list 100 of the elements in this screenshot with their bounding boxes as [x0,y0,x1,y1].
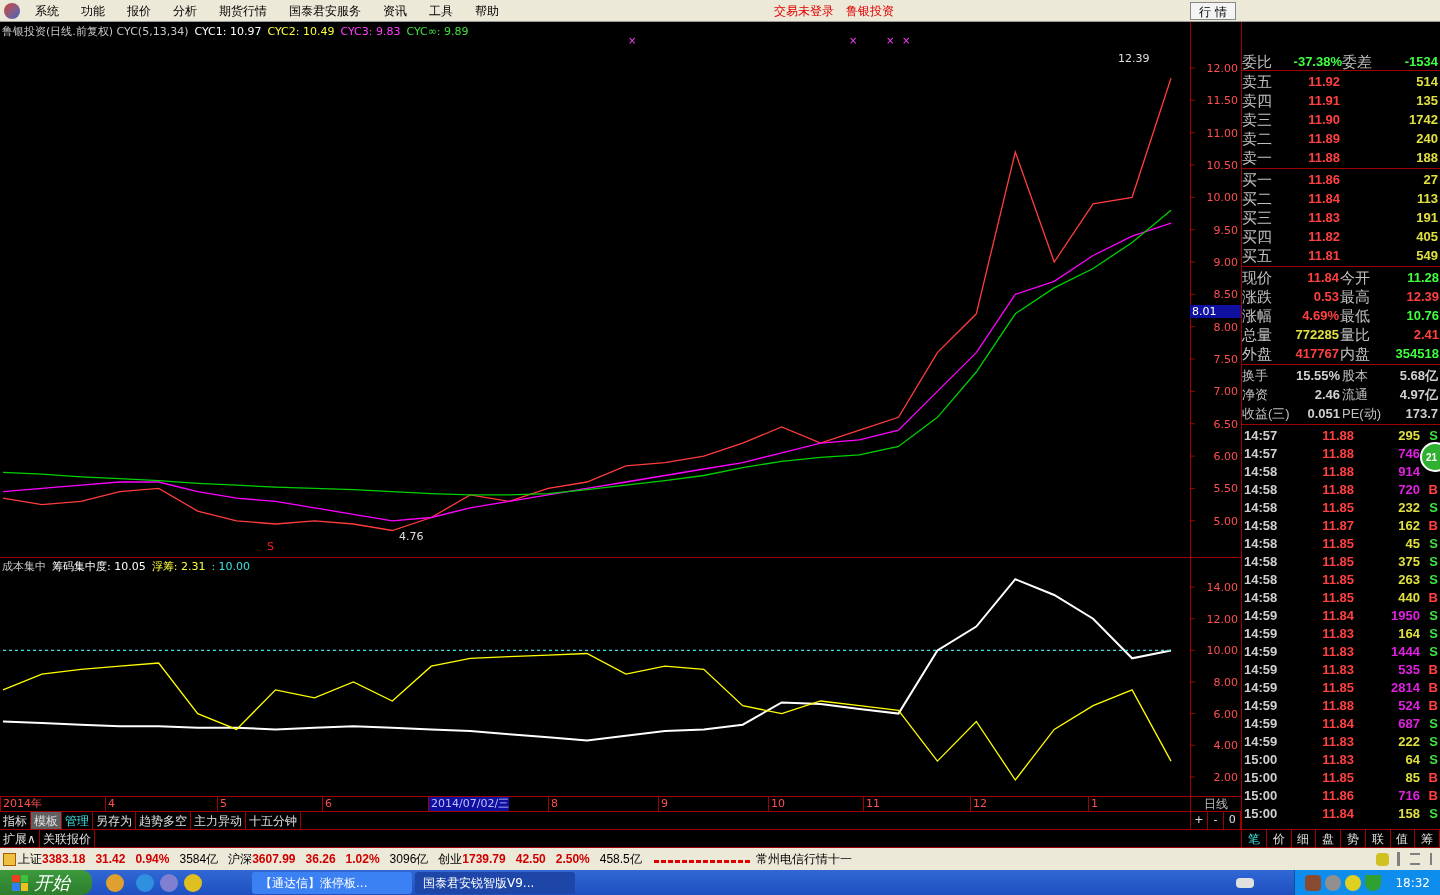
tray-icon[interactable] [1345,874,1362,891]
trade-price: 11.84 [1321,806,1354,820]
axis-tick-label: 5.00 [1213,514,1238,528]
axis-tick-label: 6.50 [1213,417,1238,431]
quick-launch-icon[interactable] [106,873,124,892]
index-amount: 3584亿 [179,851,219,868]
period-label: 日线 [1190,797,1241,811]
quote-label: 委差 [1342,53,1373,69]
trade-price: 11.88 [1321,428,1354,442]
quick-launch-icon[interactable] [160,873,178,892]
order-volume: 1742 [1408,113,1439,126]
zoom-button[interactable]: - [1207,812,1225,829]
trade-side: B [1427,482,1439,496]
mode-button[interactable]: 行 情 [1190,1,1236,20]
quote-value: 772285 [1294,328,1340,341]
trade-time: 15:00 [1243,770,1279,784]
trade-time: 14:59 [1243,734,1279,748]
template-tab[interactable]: 主力异动 [191,812,246,829]
trade-side: B [1427,662,1439,676]
zoom-button[interactable]: + [1191,812,1208,829]
quote-label: 收益(三) [1242,407,1291,420]
order-price: 11.83 [1307,211,1340,224]
trade-price: 11.83 [1321,734,1354,748]
axis-tick-label: 6.00 [1213,450,1238,464]
indicator-legend: CYC2: 10.49 [267,24,335,41]
template-tab[interactable]: 模板 [31,812,62,829]
menu-item[interactable]: 资讯 [372,1,418,20]
menu-item[interactable]: 分析 [162,1,208,20]
order-volume: 240 [1415,132,1439,145]
trade-volume: 524 [1397,698,1420,712]
menu-item[interactable]: 帮助 [464,1,510,20]
notice-text: 鲁银投资 [845,2,896,20]
index-value: 3607.99 [252,851,296,868]
trade-side: S [1428,716,1439,730]
trade-time: 14:58 [1243,554,1279,568]
trade-side: S [1428,608,1439,622]
time-axis-label: 5 [217,797,227,811]
time-axis-label: 11 [863,797,880,811]
quote-value: 11.28 [1406,271,1440,284]
template-tab[interactable]: 另存为 [93,812,136,829]
menu-item[interactable]: 功能 [70,1,116,20]
order-volume: 135 [1415,94,1439,107]
cross-marker: × [628,36,637,46]
quote-label: 流通 [1341,388,1369,401]
index-name: 创业 [438,851,463,868]
order-price: 11.92 [1307,75,1340,88]
quote-value: 2.41 [1412,328,1440,341]
trade-time: 14:58 [1243,536,1279,550]
quote-value: 15.55% [1296,369,1340,382]
order-level-label: 卖三 [1242,112,1273,127]
time-axis-label: 2014/07/02/三 [428,797,510,811]
time-axis-label: 6 [322,797,332,811]
start-button[interactable]: 开始 [0,870,92,895]
index-name: 沪深 [228,851,253,868]
time-axis-label: 1 [1088,797,1098,811]
quote-value: 4.69% [1301,309,1340,322]
axis-tick-label: 9.50 [1213,223,1238,237]
template-tab[interactable]: 管理 [62,812,93,829]
quote-label: 股本 [1341,369,1369,382]
quote-value: 10.76 [1405,309,1440,322]
signal-mark: S [267,540,274,553]
trade-time: 14:59 [1243,608,1279,622]
tray-icon[interactable] [1305,874,1322,891]
trade-volume: 45 [1404,536,1420,550]
menu-item[interactable]: 系统 [24,1,70,20]
axis-tick-label: 11.00 [1206,126,1238,140]
taskbar-button[interactable]: 【通达信】涨停板... [252,871,412,894]
menu-item[interactable]: 报价 [116,1,162,20]
trade-price: 11.88 [1321,446,1354,460]
trade-time: 14:59 [1243,716,1279,730]
trade-time: 15:00 [1243,788,1279,802]
trade-price: 11.83 [1321,662,1354,676]
floating-badge: 21 [1420,442,1440,472]
order-price: 11.88 [1307,151,1340,164]
shield-icon[interactable] [1365,874,1382,891]
trade-side: S [1428,752,1439,766]
axis-tick-label: 12.00 [1206,612,1238,626]
trade-time: 14:58 [1243,590,1279,604]
menu-item[interactable]: 期货行情 [208,1,278,20]
taskbar-button[interactable]: 国泰君安锐智版V9... [415,871,575,894]
app-logo-icon [4,2,20,19]
trade-price: 11.83 [1321,626,1354,640]
trade-price: 11.85 [1321,572,1354,586]
trade-side: B [1427,770,1439,784]
template-tab[interactable]: 十五分钟 [246,812,301,829]
trade-price: 11.85 [1321,500,1354,514]
order-price: 11.89 [1307,132,1340,145]
trade-volume: 2814 [1390,680,1420,694]
zoom-button[interactable]: 0 [1224,812,1241,829]
trade-side: S [1428,554,1439,568]
indicator-legend: 浮筹: 2.31 [151,559,206,576]
menu-item[interactable]: 工具 [418,1,464,20]
cross-marker: × [886,36,895,46]
tray-icon[interactable] [1325,874,1342,891]
quote-value: 354518 [1394,347,1440,360]
trade-time: 14:57 [1243,446,1279,460]
template-tab[interactable]: 趋势多空 [136,812,191,829]
axis-tick-label: 2.00 [1213,770,1238,784]
order-price: 11.86 [1307,173,1340,186]
menu-item[interactable]: 国泰君安服务 [278,1,372,20]
